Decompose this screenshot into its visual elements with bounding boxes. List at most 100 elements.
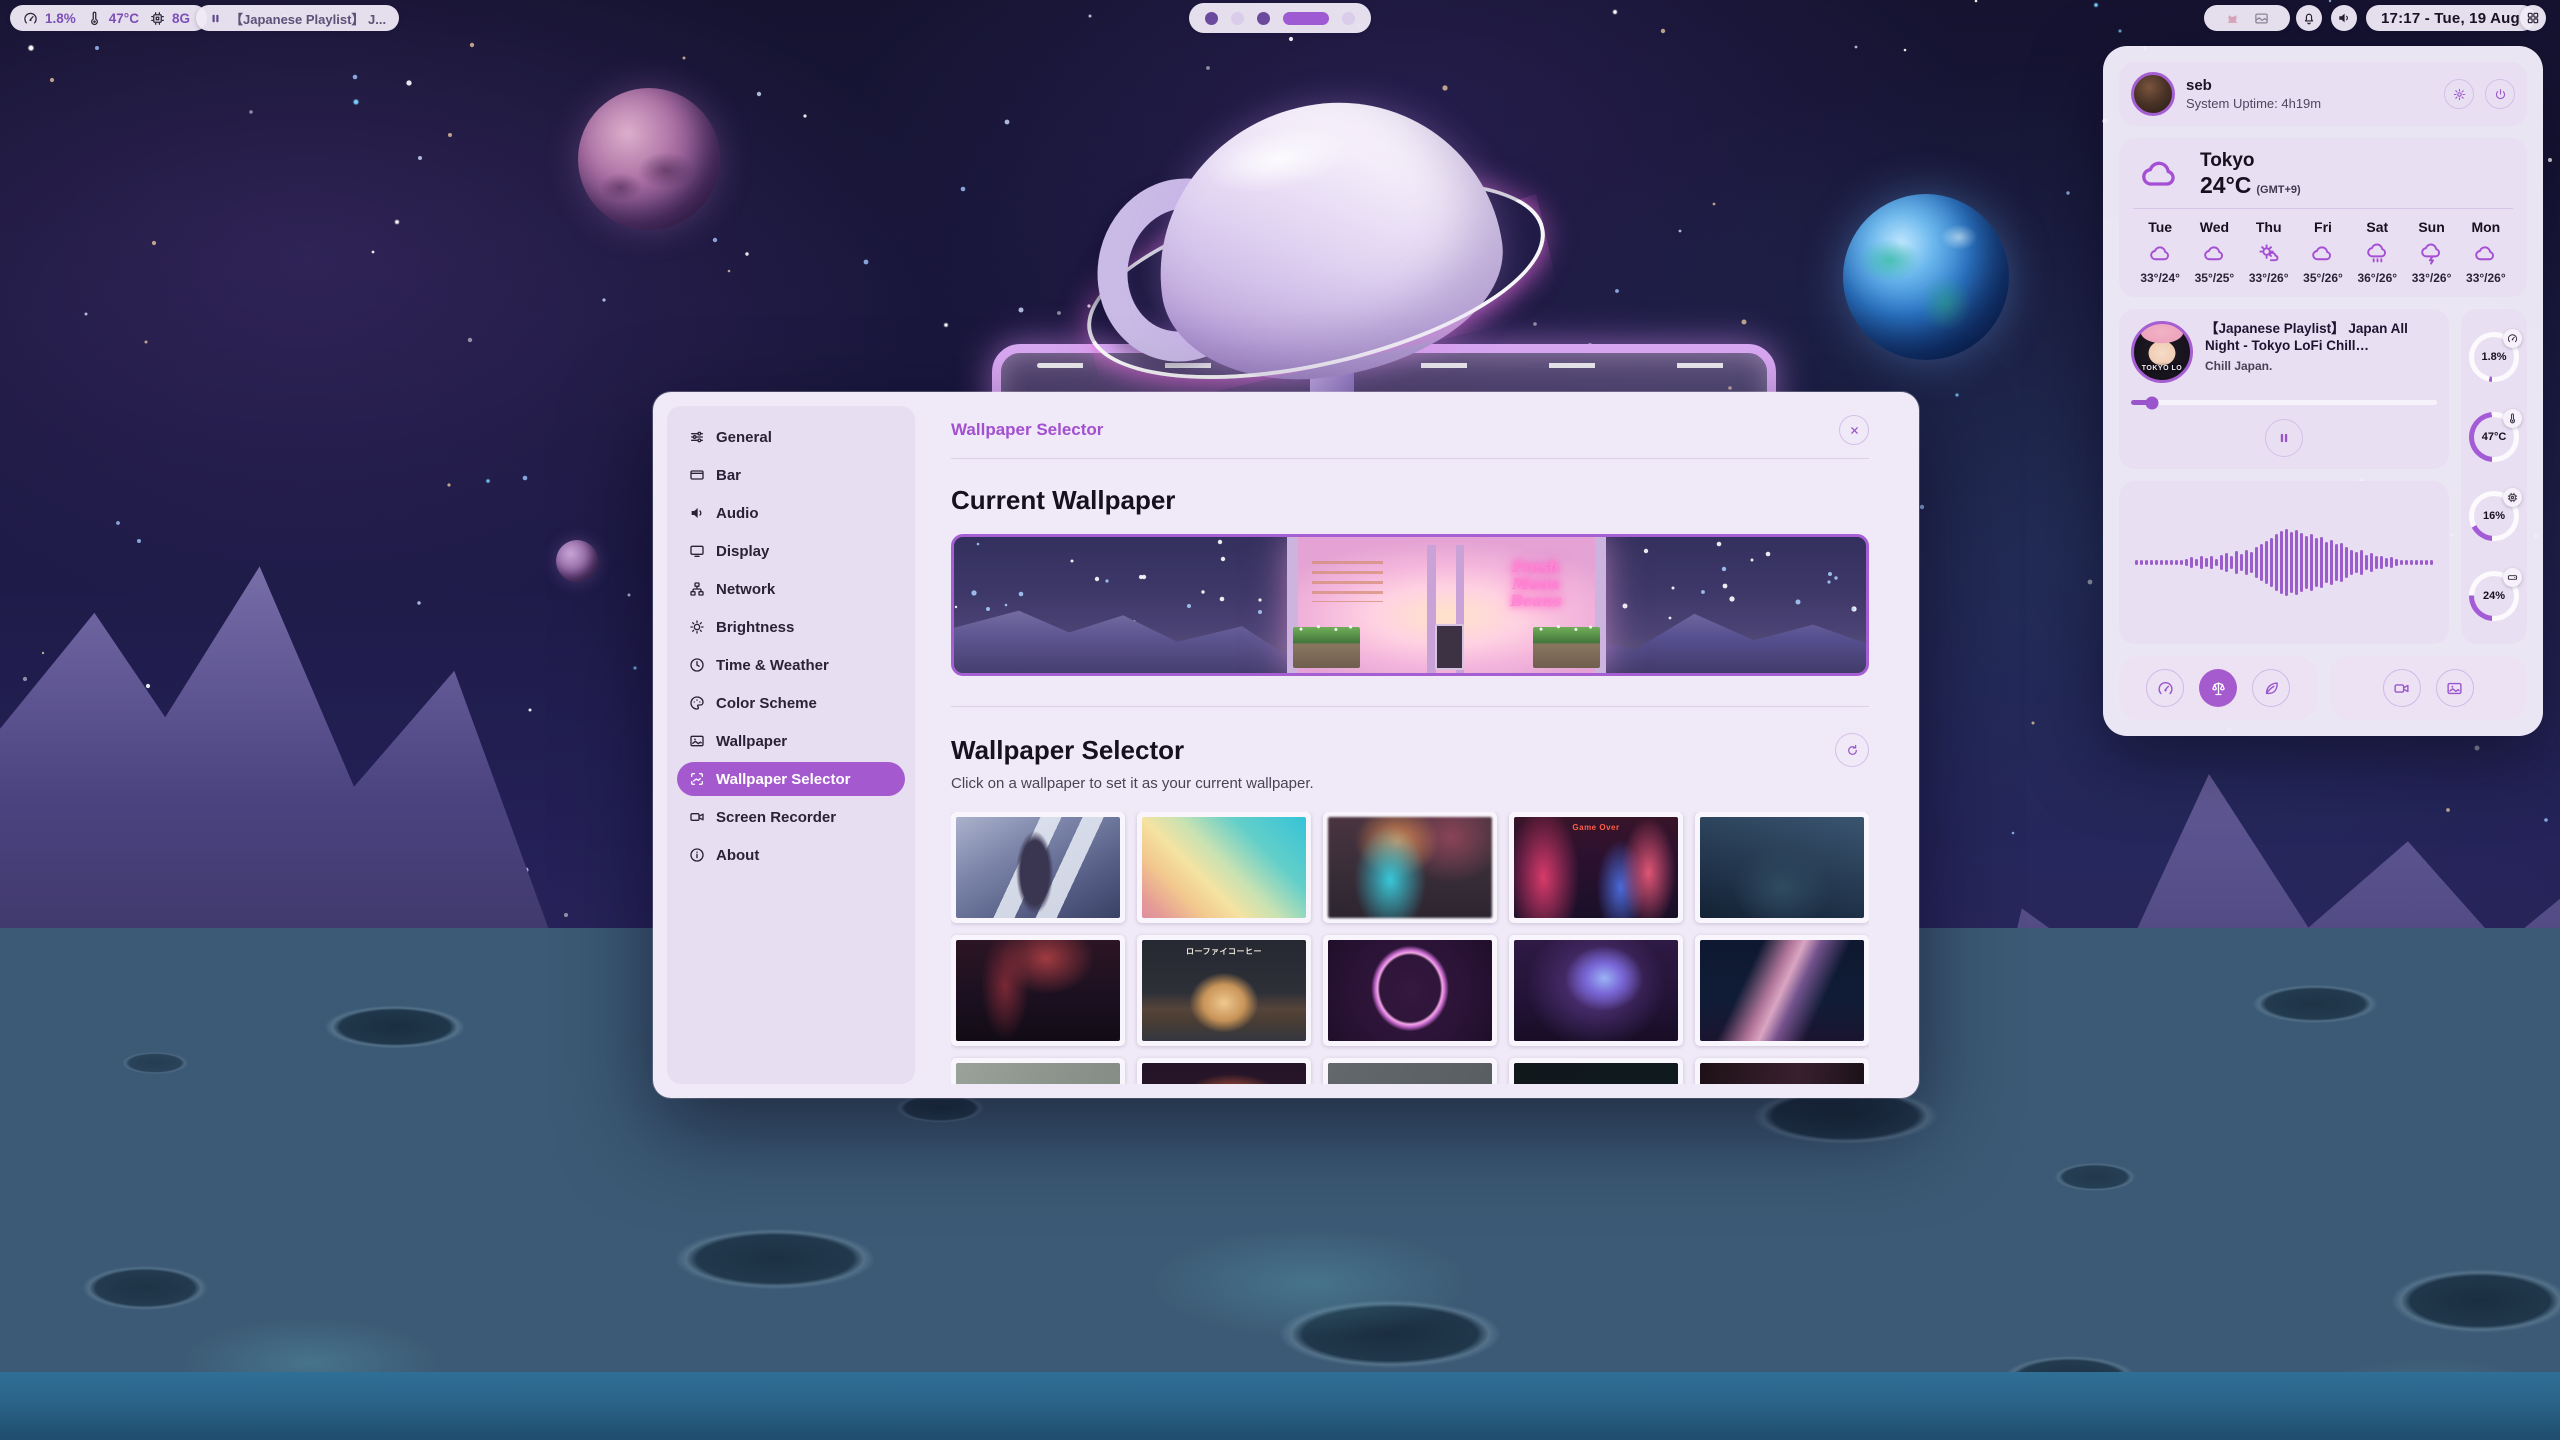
workspace-5[interactable] (1342, 12, 1355, 25)
wallpaper-thumb-plum-dusk[interactable] (1695, 1058, 1869, 1084)
wallpaper-thumb-image (1328, 940, 1492, 1041)
wallpaper-thumb-violet-ring[interactable] (1323, 935, 1497, 1046)
wallpaper-thumb-nebula-forest[interactable] (1509, 935, 1683, 1046)
waveform-bar (2300, 533, 2304, 591)
photo-icon[interactable] (2254, 11, 2269, 26)
network-icon (689, 581, 705, 597)
refresh-button[interactable] (1835, 733, 1869, 767)
forecast-temps: 36°/26° (2350, 271, 2404, 285)
power-profile-balanced-button[interactable] (2199, 669, 2237, 707)
settings-button[interactable] (2444, 79, 2474, 109)
forecast-temps: 33°/26° (2404, 271, 2458, 285)
slider-thumb[interactable] (2146, 396, 2159, 409)
sidebar-item-audio[interactable]: Audio (677, 496, 905, 530)
moon-crater (2360, 1258, 2560, 1344)
system-tray (2204, 5, 2290, 31)
waveform-bar (2175, 560, 2179, 564)
waveform-bar (2210, 556, 2214, 570)
wallpaper-thumb-sage-field[interactable] (951, 1058, 1125, 1084)
window-title: Wallpaper Selector (951, 420, 1103, 440)
power-button[interactable] (2485, 79, 2515, 109)
wallpaper-thumb-pastel-gradient[interactable] (1137, 812, 1311, 923)
forecast-temps: 33°/26° (2459, 271, 2513, 285)
screen-record-icon (689, 809, 705, 825)
sidebar-item-brightness[interactable]: Brightness (677, 610, 905, 644)
waveform-bar (2385, 558, 2389, 567)
waveform-bar (2230, 556, 2234, 569)
claw-icon[interactable] (2225, 11, 2240, 26)
waveform-bar (2315, 538, 2319, 586)
sidebar-item-wallpaper[interactable]: Wallpaper (677, 724, 905, 758)
sidebar-item-about[interactable]: About (677, 838, 905, 872)
wallpaper-thumb-arcade-alley[interactable]: Game Over (1509, 812, 1683, 923)
waveform-bar (2365, 555, 2369, 570)
avatar (2131, 72, 2175, 116)
workspace-1[interactable] (1205, 12, 1218, 25)
media-title: 【Japanese Playlist】 Japan All Night - To… (2205, 321, 2437, 355)
wallpaper-button[interactable] (2436, 669, 2474, 707)
sidebar-item-general[interactable]: General (677, 420, 905, 454)
waveform-bar (2225, 553, 2229, 572)
clock-widget[interactable]: 17:17 - Tue, 19 Aug (2366, 5, 2535, 31)
wallpaper-thumb-snowy-castle[interactable] (1695, 812, 1869, 923)
preview-mountains-left (954, 595, 1314, 673)
chip-icon (2507, 492, 2518, 503)
sidebar-item-color-scheme[interactable]: Color Scheme (677, 686, 905, 720)
workspace-3[interactable] (1257, 12, 1270, 25)
waveform-bar (2180, 560, 2184, 564)
waveform-bar (2345, 547, 2349, 578)
wallpaper-thumb-image (1328, 817, 1492, 918)
wallpaper-thumb-neon-blur[interactable] (1323, 812, 1497, 923)
sidebar-item-screen-recorder[interactable]: Screen Recorder (677, 800, 905, 834)
sidebar-item-bar[interactable]: Bar (677, 458, 905, 492)
power-profile-power-saver-button[interactable] (2252, 669, 2290, 707)
waveform-bar (2380, 556, 2384, 570)
earth-planet (1843, 194, 2009, 360)
power-profile-performance-button[interactable] (2146, 669, 2184, 707)
forecast-temps: 35°/26° (2296, 271, 2350, 285)
wallpaper-thumb-image (956, 940, 1120, 1041)
sidebar-item-display[interactable]: Display (677, 534, 905, 568)
memory-usage: 8G (172, 11, 190, 26)
waveform-bar (2135, 560, 2139, 564)
planter-box (1533, 627, 1600, 668)
system-stats-card: 1.8%47°C16%24% (2461, 309, 2527, 644)
waveform-bar (2415, 560, 2419, 564)
close-button[interactable] (1839, 415, 1869, 445)
wallpaper-thumb-image (956, 817, 1120, 918)
cloud-icon (2474, 242, 2497, 265)
wallpaper-thumb-anime-crosswalk[interactable] (951, 812, 1125, 923)
waveform-bar (2205, 558, 2209, 567)
sidebar-item-network[interactable]: Network (677, 572, 905, 606)
cloud-icon (2203, 242, 2226, 265)
volume-button[interactable] (2331, 5, 2357, 31)
media-progress-slider[interactable] (2131, 396, 2437, 409)
wallpaper-thumb-lofi-coffee-shop[interactable]: ローファイコーヒー (1137, 935, 1311, 1046)
wallpaper-thumb-mesh-waves[interactable] (1695, 935, 1869, 1046)
thermometer-icon (2507, 413, 2518, 424)
stat-ring-memory: 16% (2469, 491, 2519, 541)
moon-crater (60, 1258, 230, 1318)
audio-visualizer-card (2119, 481, 2449, 644)
sidebar-item-label: Color Scheme (716, 695, 817, 712)
thumb-text: ローファイコーヒー (1142, 946, 1306, 957)
system-stats-widget[interactable]: 1.8% 47°C 8G (10, 5, 207, 31)
screen-record-button[interactable] (2383, 669, 2421, 707)
waveform-bar (2335, 544, 2339, 580)
sidebar-item-wallpaper-selector[interactable]: Wallpaper Selector (677, 762, 905, 796)
wallpaper-thumb-dark-teal[interactable] (1509, 1058, 1683, 1084)
wallpaper-thumb-grey-mist[interactable] (1323, 1058, 1497, 1084)
workspace-4[interactable] (1283, 12, 1329, 25)
workspace-2[interactable] (1231, 12, 1244, 25)
notifications-button[interactable] (2296, 5, 2322, 31)
dashboard-toggle-button[interactable] (2520, 5, 2546, 31)
wallpaper-thumb-autumn-night[interactable] (1137, 1058, 1311, 1084)
wallpaper-thumb-crimson-forest[interactable] (951, 935, 1125, 1046)
sidebar-item-label: Time & Weather (716, 657, 829, 674)
waveform-bar (2420, 560, 2424, 564)
disk-icon (2507, 572, 2518, 583)
sidebar-item-time-weather[interactable]: Time & Weather (677, 648, 905, 682)
media-chip[interactable]: 【Japanese Playlist】 J... (196, 5, 399, 31)
sidebar-item-label: Audio (716, 505, 759, 522)
play-pause-button[interactable] (2265, 419, 2303, 457)
